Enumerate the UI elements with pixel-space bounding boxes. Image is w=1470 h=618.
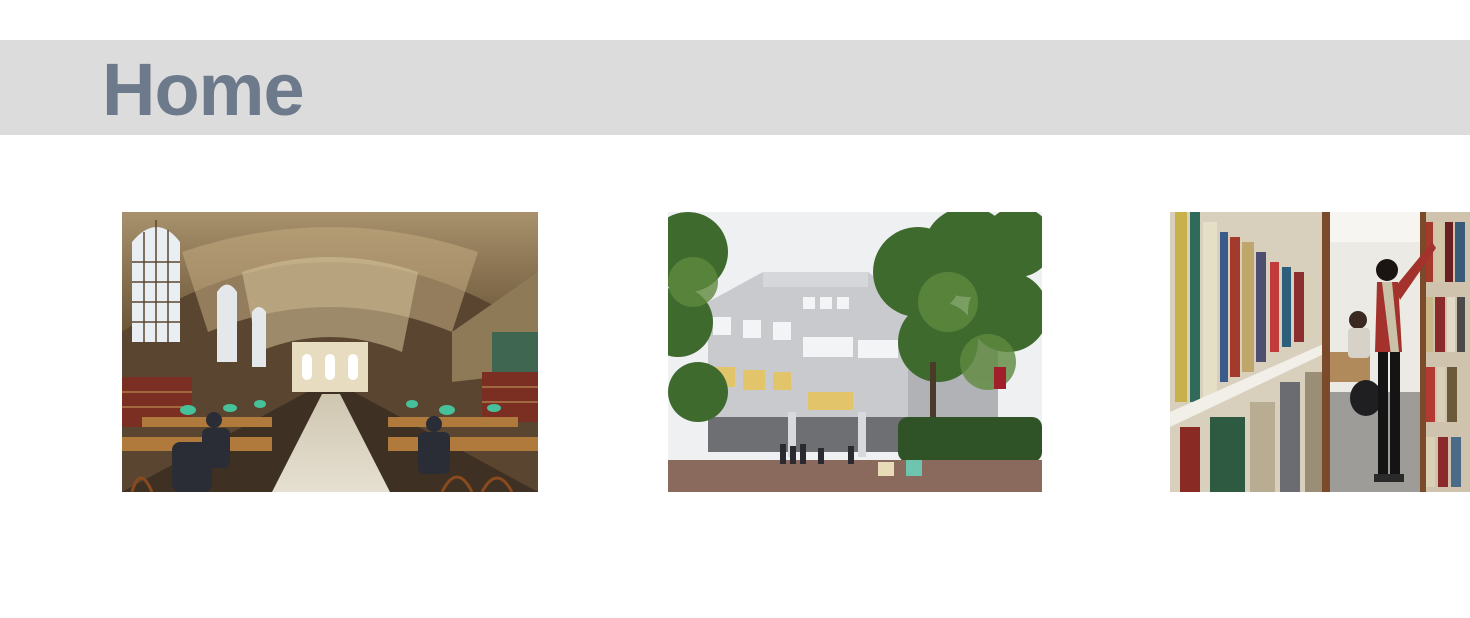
reading-room-image[interactable]: [122, 212, 538, 492]
bookshelves-illustration: [1170, 212, 1470, 492]
reading-room-illustration: [122, 212, 538, 492]
library-exterior-illustration: [668, 212, 1042, 492]
library-exterior-image[interactable]: [668, 212, 1042, 492]
image-gallery: [0, 0, 1470, 618]
bookshelves-image[interactable]: [1170, 212, 1470, 492]
